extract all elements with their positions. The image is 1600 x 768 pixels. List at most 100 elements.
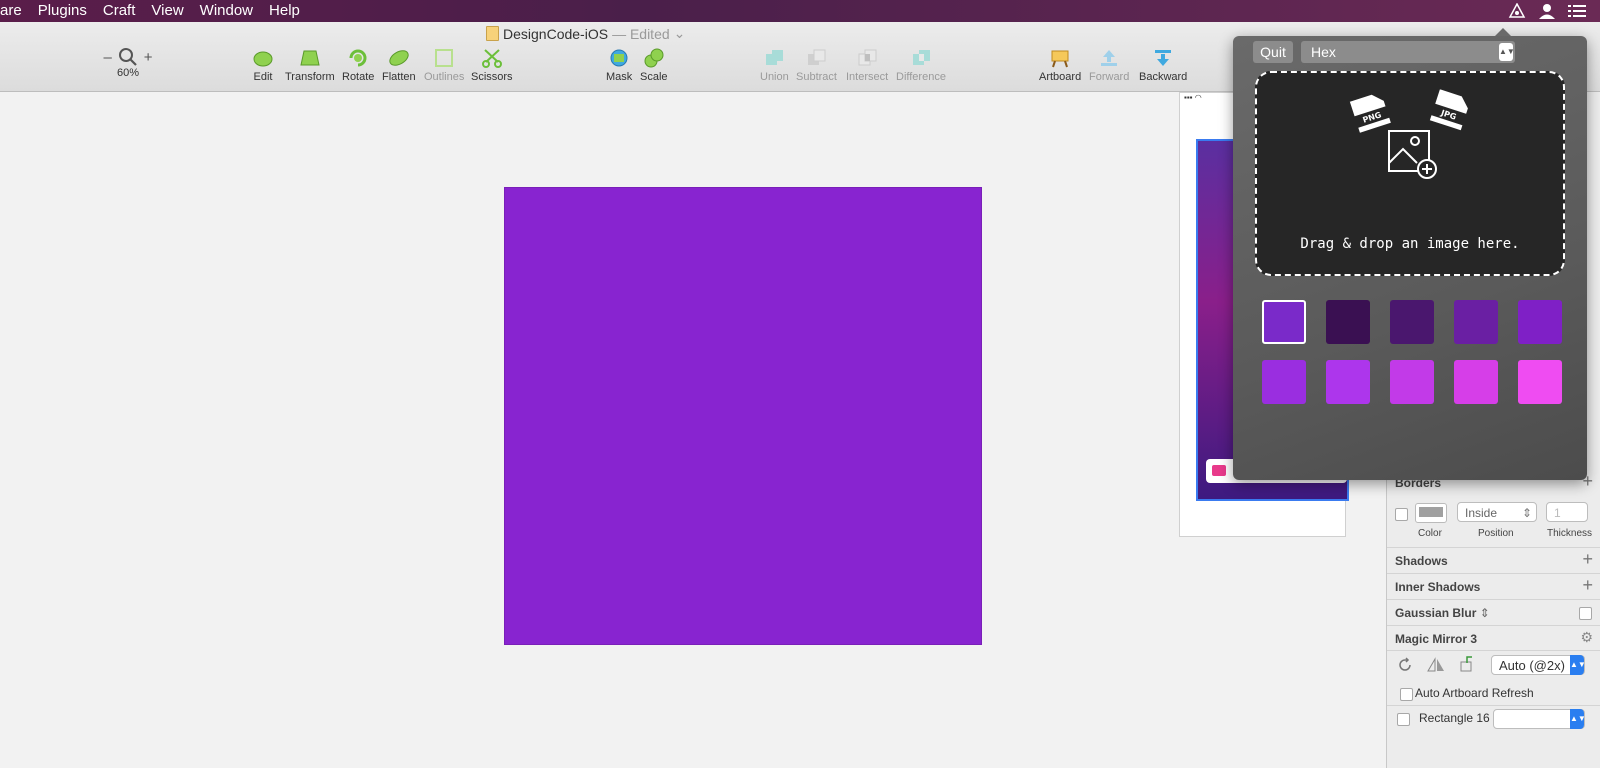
rotate-icon: [349, 49, 367, 67]
mask-label: Mask: [606, 71, 633, 83]
color-swatch[interactable]: [1262, 300, 1306, 344]
color-swatch[interactable]: [1326, 300, 1370, 344]
scissors-label: Scissors: [471, 71, 513, 83]
menu-item-plugins[interactable]: Plugins: [30, 0, 95, 22]
divider: [1387, 599, 1600, 600]
scale-button[interactable]: Scale: [640, 48, 668, 83]
scale-icon: [644, 48, 664, 68]
border-color-swatch: [1419, 507, 1443, 517]
union-icon: [766, 50, 784, 65]
menu-item-software[interactable]: are: [0, 0, 30, 22]
chevron-down-icon[interactable]: ⌄: [674, 25, 686, 42]
color-swatch[interactable]: [1326, 360, 1370, 404]
difference-label: Difference: [896, 71, 946, 83]
union-button[interactable]: Union: [760, 48, 789, 83]
mask-button[interactable]: Mask: [606, 48, 632, 83]
union-label: Union: [760, 71, 789, 83]
outlines-icon: [435, 49, 454, 67]
add-inner-shadow-button[interactable]: +: [1582, 575, 1593, 596]
difference-button[interactable]: Difference: [896, 48, 946, 83]
scissors-button[interactable]: Scissors: [471, 48, 513, 83]
updown-icon: ▲▼: [1499, 43, 1515, 61]
flatten-button[interactable]: Flatten: [382, 48, 416, 83]
forward-button[interactable]: Forward: [1089, 48, 1129, 83]
color-swatch[interactable]: [1454, 360, 1498, 404]
color-swatch[interactable]: [1518, 300, 1562, 344]
outlines-label: Outlines: [424, 71, 465, 83]
zoom-level: 60%: [116, 67, 140, 79]
scale-label: Scale: [640, 71, 668, 83]
border-position-value: Inside: [1465, 506, 1498, 520]
zoom-out-button[interactable]: –: [103, 49, 111, 66]
color-swatch[interactable]: [1454, 300, 1498, 344]
scale-select[interactable]: Auto (@2x) ▲▼: [1491, 655, 1586, 675]
color-picker-plugin-icon[interactable]: [1508, 3, 1526, 19]
gaussian-blur-checkbox[interactable]: [1579, 607, 1592, 620]
backward-label: Backward: [1139, 71, 1188, 83]
menu-item-window[interactable]: Window: [192, 0, 261, 22]
edit-label: Edit: [253, 71, 273, 83]
border-enabled-checkbox[interactable]: [1395, 508, 1408, 521]
color-format-value: Hex: [1311, 44, 1336, 60]
refresh-icon[interactable]: [1397, 657, 1413, 673]
artboard-export-icon[interactable]: [1459, 655, 1475, 673]
menu-item-help[interactable]: Help: [261, 0, 308, 22]
document-status[interactable]: — Edited: [612, 26, 670, 42]
gear-icon[interactable]: ⚙: [1580, 629, 1593, 646]
color-swatch[interactable]: [1390, 360, 1434, 404]
canvas[interactable]: ▪▪▪ ◠: [0, 92, 1386, 768]
flatten-label: Flatten: [382, 71, 416, 83]
shadows-header: Shadows: [1395, 554, 1448, 568]
color-swatch[interactable]: [1390, 300, 1434, 344]
artboard-icon: [1051, 50, 1069, 68]
drop-instructions: Drag & drop an image here.: [1300, 236, 1520, 252]
updown-icon: ⇕: [1521, 506, 1532, 520]
list-icon[interactable]: [1568, 3, 1586, 19]
selected-rectangle[interactable]: [504, 187, 982, 645]
transform-button[interactable]: Transform: [285, 48, 335, 83]
color-format-select[interactable]: Hex ▲▼: [1301, 41, 1515, 63]
menu-item-craft[interactable]: Craft: [95, 0, 144, 22]
gaussian-blur-header[interactable]: Gaussian Blur ⇕: [1395, 606, 1490, 620]
add-shadow-button[interactable]: +: [1582, 549, 1593, 570]
flatten-icon: [389, 50, 409, 66]
rotate-button[interactable]: Rotate: [342, 48, 374, 83]
border-thickness-input[interactable]: 1: [1546, 502, 1588, 522]
edit-button[interactable]: Edit: [252, 48, 274, 83]
quit-button[interactable]: Quit: [1253, 41, 1293, 63]
transform-icon: [300, 50, 320, 66]
artboard-button[interactable]: Artboard: [1039, 48, 1081, 83]
menu-bar: are Plugins Craft View Window Help: [0, 0, 1600, 22]
subtract-icon: [808, 49, 826, 65]
border-position-select[interactable]: Inside ⇕: [1457, 502, 1537, 522]
popover-arrow: [1495, 28, 1511, 36]
menu-item-view[interactable]: View: [143, 0, 191, 22]
color-swatch[interactable]: [1518, 360, 1562, 404]
auto-refresh-label: Auto Artboard Refresh: [1415, 686, 1534, 700]
intersect-button[interactable]: Intersect: [846, 48, 888, 83]
auto-refresh-checkbox[interactable]: [1400, 688, 1413, 701]
updown-icon: ▲▼: [1570, 709, 1586, 729]
image-drop-zone[interactable]: PNG JPG Drag & drop an image here.: [1255, 71, 1565, 276]
intersect-label: Intersect: [846, 71, 889, 83]
backward-button[interactable]: Backward: [1139, 48, 1187, 83]
layer-artboard-select[interactable]: ▲▼: [1493, 709, 1586, 729]
status-bar-icons: ▪▪▪ ◠: [1184, 93, 1202, 102]
divider: [1387, 573, 1600, 574]
subtract-button[interactable]: Subtract: [796, 48, 837, 83]
zoom-in-button[interactable]: +: [144, 49, 153, 66]
divider: [1387, 547, 1600, 548]
mirror-icon[interactable]: [1427, 657, 1445, 673]
layer-name: Rectangle 16: [1419, 711, 1490, 725]
color-swatch[interactable]: [1262, 360, 1306, 404]
difference-icon: [912, 50, 930, 65]
magnifier-icon[interactable]: [118, 47, 138, 67]
jpg-file-icon: JPG: [1427, 89, 1470, 133]
gaussian-blur-label: Gaussian Blur: [1395, 606, 1477, 620]
image-drop-illustration: PNG JPG: [1347, 89, 1470, 179]
border-color-well[interactable]: [1415, 503, 1447, 523]
user-icon[interactable]: [1538, 3, 1556, 19]
outlines-button[interactable]: Outlines: [424, 48, 464, 83]
scissors-icon: [481, 49, 502, 68]
layer-checkbox[interactable]: [1397, 713, 1410, 726]
